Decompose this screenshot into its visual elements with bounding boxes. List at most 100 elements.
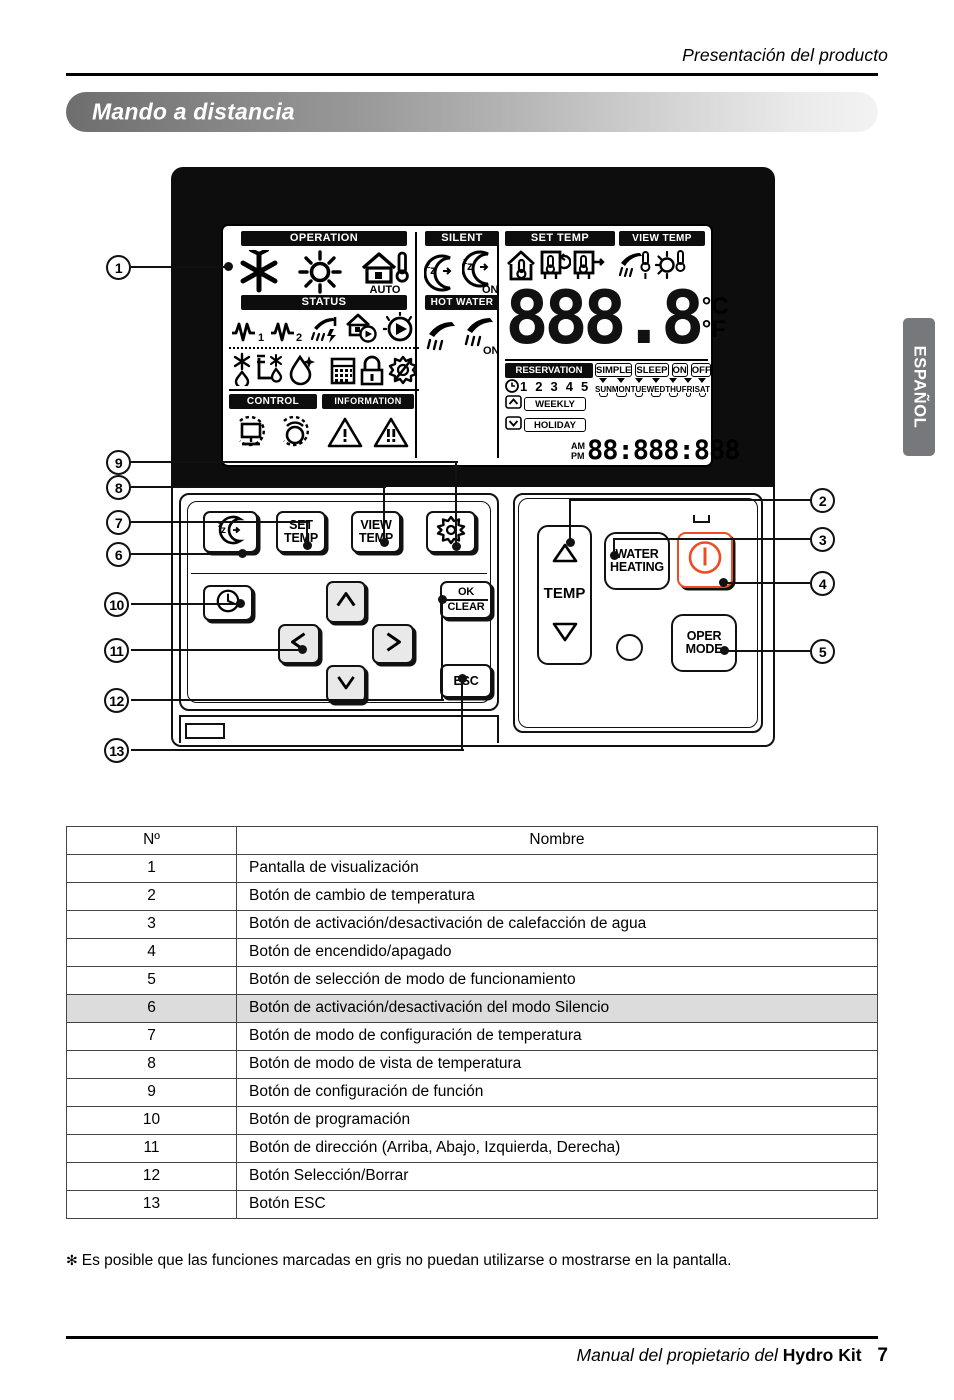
lcd-silent-header: SILENT bbox=[425, 231, 499, 246]
footnote-mark: ✻ bbox=[66, 1252, 78, 1268]
lcd-viewtemp-header: VIEW TEMP bbox=[619, 231, 705, 246]
table-row: 1 Pantalla de visualización bbox=[66, 854, 878, 883]
callout-2-leader bbox=[783, 499, 810, 502]
table-row: 3 Botón de activación/desactivación de ca… bbox=[66, 910, 878, 939]
lcd-mode-on: ON bbox=[671, 362, 688, 377]
table-cell-num: 1 bbox=[66, 854, 237, 883]
remote-bottom-lip bbox=[179, 715, 499, 743]
silent-mode-button[interactable]: z z bbox=[203, 511, 258, 553]
page-header: Presentación del producto bbox=[0, 0, 954, 80]
callout-8-leader-v bbox=[383, 486, 386, 543]
callout-7-leader bbox=[131, 521, 309, 524]
lcd-middle-column: SILENT z z z z ON HOT WATER ON bbox=[423, 231, 501, 463]
arrow-down-icon bbox=[334, 671, 358, 697]
footer-page-number: 7 bbox=[877, 1345, 888, 1366]
footnote: ✻ Es posible que las funciones marcadas e… bbox=[66, 1252, 878, 1270]
svg-text:z: z bbox=[221, 525, 226, 536]
table-cell-num: 4 bbox=[66, 938, 237, 967]
chapter-title-bar: Mando a distancia bbox=[66, 92, 878, 132]
header-divider bbox=[66, 73, 878, 76]
callout-2-leader-v bbox=[569, 499, 572, 542]
table-row: 2 Botón de cambio de temperatura bbox=[66, 882, 878, 911]
lcd-hotwater-header: HOT WATER bbox=[425, 295, 499, 310]
lcd-unit-fahrenheit: °F bbox=[701, 316, 727, 343]
table-row: 7 Botón de modo de configuración de tempe… bbox=[66, 1022, 878, 1051]
callout-6: 6 bbox=[106, 542, 131, 567]
lcd-information-header: INFORMATION bbox=[322, 393, 414, 409]
lcd-day-fri: FRI bbox=[681, 384, 695, 397]
callout-2-dot bbox=[566, 538, 575, 547]
table-cell-num: 5 bbox=[66, 966, 237, 995]
indicator-slot bbox=[693, 515, 710, 523]
lcd-status-header: STATUS bbox=[241, 295, 407, 310]
table-cell-name: Botón de programación bbox=[236, 1106, 878, 1135]
solar-circulation-icon bbox=[381, 310, 417, 344]
table-cell-num: 11 bbox=[66, 1134, 237, 1163]
callout-9: 9 bbox=[106, 450, 131, 475]
footer-divider bbox=[66, 1336, 878, 1339]
lcd-day-sat: SAT bbox=[694, 384, 710, 397]
left-panel-divider bbox=[191, 573, 487, 575]
lcd-pm-label: PM bbox=[571, 450, 585, 461]
clear-label: CLEAR bbox=[447, 600, 485, 613]
arrow-left-button[interactable] bbox=[278, 624, 320, 664]
callout-7: 7 bbox=[106, 510, 131, 535]
lcd-status-dotted-divider bbox=[229, 347, 419, 349]
arrow-left-icon bbox=[287, 630, 311, 658]
table-row: 4 Botón de encendido/apagado bbox=[66, 938, 878, 967]
table-cell-num: 2 bbox=[66, 882, 237, 911]
remote-control-device: OPERATION AUTO STATUS 1 2 CONTROL INFORM… bbox=[171, 167, 775, 747]
callout-4: 4 bbox=[810, 571, 835, 596]
sleep-moon-icon: z z bbox=[213, 515, 249, 549]
heater-stage-1-icon: 1 bbox=[231, 314, 265, 344]
arrow-up-button[interactable] bbox=[326, 581, 366, 623]
table-cell-name: Pantalla de visualización bbox=[236, 854, 878, 883]
oper-mode-line2: MODE bbox=[685, 642, 723, 656]
function-setting-button[interactable] bbox=[426, 511, 476, 553]
callout-9-leader-v bbox=[455, 461, 458, 547]
lcd-mode-simple: SIMPLE bbox=[595, 362, 633, 377]
callout-10: 10 bbox=[104, 592, 129, 617]
lcd-holiday-label: HOLIDAY bbox=[524, 418, 586, 433]
temp-label: TEMP bbox=[543, 585, 586, 602]
callout-11-leader bbox=[131, 649, 303, 652]
table-cell-name: Botón de activación/desactivación del mo… bbox=[236, 994, 878, 1023]
callout-12-dot bbox=[438, 595, 447, 604]
lcd-temperature-digits: 888.8 bbox=[505, 276, 705, 361]
arrow-right-button[interactable] bbox=[372, 624, 414, 664]
section-title: Presentación del producto bbox=[682, 45, 888, 65]
table-cell-num: 3 bbox=[66, 910, 237, 939]
lcd-day-thu: THU bbox=[665, 384, 682, 397]
callout-13-leader-v bbox=[461, 678, 464, 751]
table-row: 13 Botón ESC bbox=[66, 1190, 878, 1219]
callout-2: 2 bbox=[810, 488, 835, 513]
table-cell-name: Botón ESC bbox=[236, 1190, 878, 1219]
sleep-moon-on-icon: z z ON bbox=[461, 248, 500, 296]
table-cell-name: Botón de encendido/apagado bbox=[236, 938, 878, 967]
table-cell-num: 9 bbox=[66, 1078, 237, 1107]
view-temp-button[interactable]: VIEW TEMP bbox=[351, 511, 401, 553]
callout-1-dot bbox=[224, 262, 233, 271]
lcd-day-tue: TUE bbox=[630, 384, 647, 397]
arrow-down-button[interactable] bbox=[326, 665, 366, 703]
lcd-status-solid-divider bbox=[229, 389, 419, 391]
lock-icon bbox=[358, 354, 386, 386]
gear-icon bbox=[434, 515, 468, 549]
callout-5-dot bbox=[720, 646, 729, 655]
callout-12-leader bbox=[131, 699, 444, 702]
set-temp-button[interactable]: SET TEMP bbox=[276, 511, 326, 553]
callout-13-dot bbox=[458, 674, 467, 683]
ok-clear-button[interactable]: OK CLEAR bbox=[440, 581, 492, 619]
table-cell-name: Botón de modo de vista de temperatura bbox=[236, 1050, 878, 1079]
pipe-antifreeze-icon bbox=[256, 352, 286, 386]
lcd-mode-off: OFF bbox=[690, 362, 711, 377]
table-cell-name: Botón de selección de modo de funcionami… bbox=[236, 966, 878, 995]
oper-mode-button[interactable]: OPER MODE bbox=[671, 614, 737, 672]
table-cell-num: 10 bbox=[66, 1106, 237, 1135]
page-title: Mando a distancia bbox=[92, 98, 295, 125]
sun-heat-icon bbox=[298, 250, 342, 294]
callout-1: 1 bbox=[106, 255, 131, 280]
set-temp-line2: TEMP bbox=[284, 531, 318, 545]
lcd-control-header: CONTROL bbox=[229, 393, 317, 409]
triangle-down-icon bbox=[552, 622, 578, 647]
